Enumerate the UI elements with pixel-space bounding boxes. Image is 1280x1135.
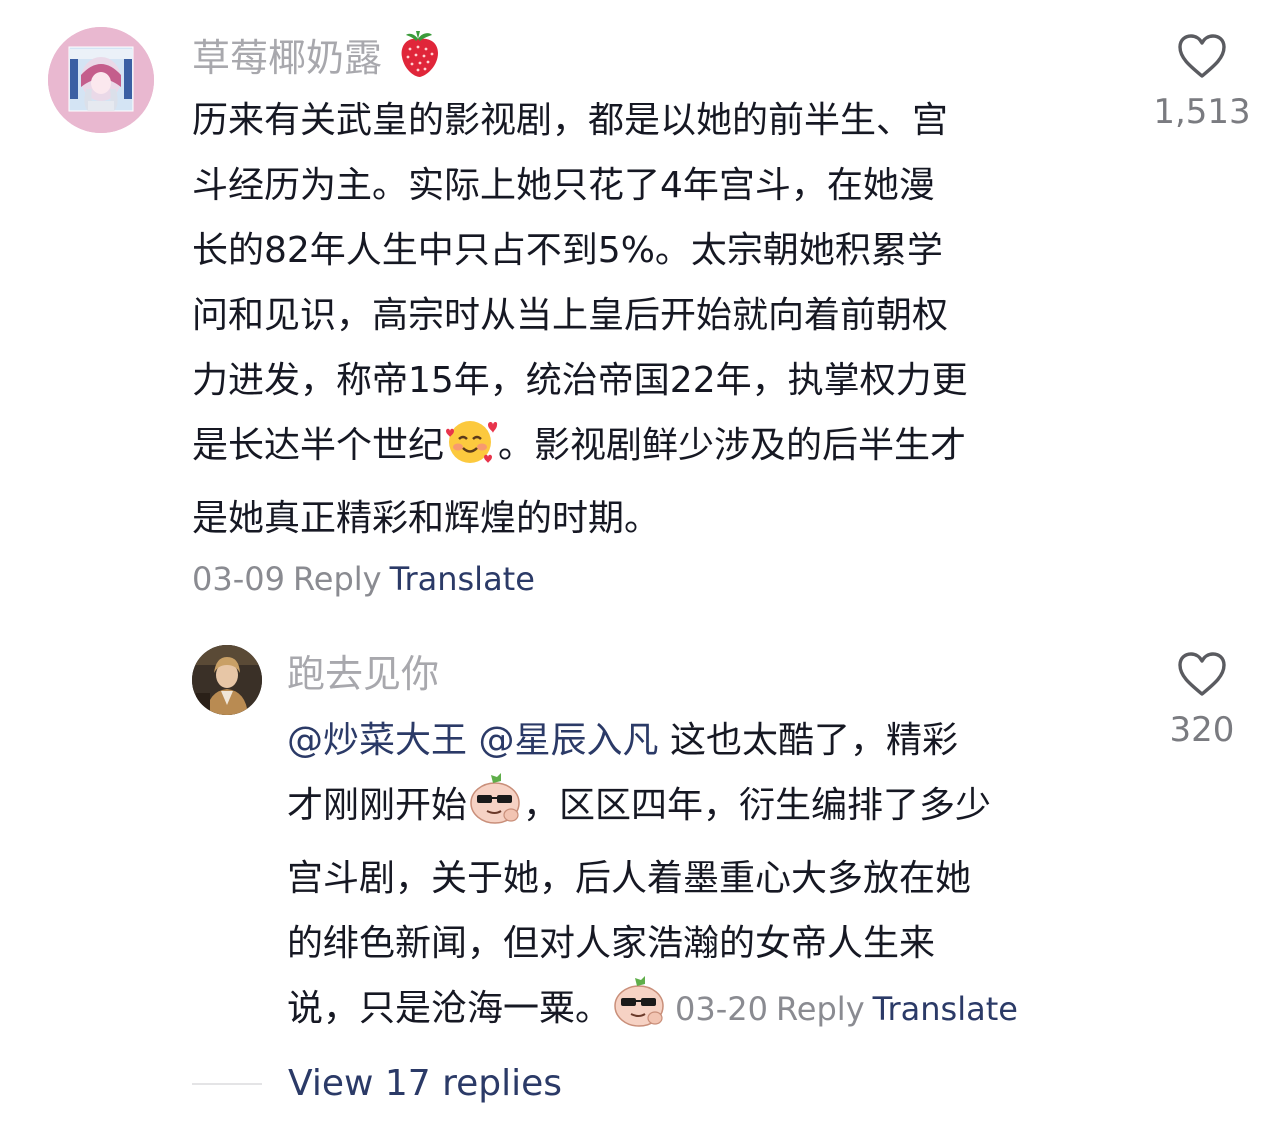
comment-line: 历来有关武皇的影视剧，都是以她的前半生、宫 [192,100,949,141]
avatar[interactable] [192,645,262,715]
view-replies-row: View 17 replies [0,1055,1280,1115]
comment-text: 历来有关武皇的影视剧，都是以她的前半生、宫 斗经历为主。实际上她只花了4年宫斗，… [192,88,1132,551]
reply-line-part: 才刚刚开始 [287,785,468,826]
like-button[interactable]: 1,513 [1142,32,1262,134]
reply-item: 跑去见你 @炒菜大王 @星辰入凡 这也太酷了，精彩 才刚刚开始 ，区区四年，衍生… [0,620,1280,1040]
comment-line: 斗经历为主。实际上她只花了4年宫斗，在她漫 [192,165,935,206]
mention-link[interactable]: @炒菜大王 [287,720,467,761]
avatar[interactable] [48,27,154,133]
comment-meta: 03-09 Reply Translate [192,560,535,598]
reply-line: 宫斗剧，关于她，后人着墨重心大多放在她 [287,858,972,899]
username-text: 草莓椰奶露 [192,36,383,80]
divider [192,1083,262,1085]
comment-line: 问和见识，高宗时从当上皇后开始就向着前朝权 [192,295,949,336]
reply-line-with-mentions: @炒菜大王 @星辰入凡 这也太酷了，精彩 [287,708,1147,773]
comment-item: 草莓椰奶露 历来有关武皇的影视剧，都是以她的前半生、宫 斗经历为主。实际上她只花… [0,0,1280,620]
comment-line-with-emoji: 是长达半个世纪 。影视剧鲜少涉及的后半生才 [192,413,1132,486]
heart-outline-icon [1178,34,1226,78]
avatar-image [192,645,262,715]
comment-date: 03-09 [192,560,285,598]
cool-sunglasses-sticker-icon [611,976,667,1049]
reply-date: 03-20 [675,990,768,1028]
reply-line-with-emoji: 才刚刚开始 ，区区四年，衍生编排了多少 [287,773,1147,846]
view-replies-button[interactable]: View 17 replies [288,1059,562,1109]
reply-line-with-meta: 说，只是沧海一粟。 03-20 Reply Translate [287,976,1147,1049]
cool-sunglasses-sticker-icon [467,773,523,846]
translate-button[interactable]: Translate [390,560,535,598]
like-count: 320 [1169,710,1235,750]
smiling-hearts-emoji-icon [444,415,498,486]
comment-line: 力进发，称帝15年，统治帝国22年，执掌权力更 [192,360,968,401]
comment-line: 长的82年人生中只占不到5%。太宗朝她积累学 [192,230,943,271]
like-button[interactable]: 320 [1142,650,1262,752]
avatar-image [48,27,154,133]
reply-line-part: 这也太酷了，精彩 [669,720,958,761]
translate-button[interactable]: Translate [873,990,1018,1028]
heart-outline-icon [1178,652,1226,696]
comment-line-part: 。影视剧鲜少涉及的后半生才 [498,425,967,466]
reply-button[interactable]: Reply [776,990,865,1028]
strawberry-emoji-icon [394,29,442,91]
reply-line: 的绯色新闻，但对人家浩瀚的女帝人生来 [287,923,936,964]
comment-line-part: 是长达半个世纪 [192,425,445,466]
reply-username[interactable]: 跑去见你 [287,649,439,699]
like-count: 1,513 [1153,92,1251,132]
reply-meta: 03-20 Reply Translate [667,990,1018,1028]
comment-line: 是她真正精彩和辉煌的时期。 [192,498,661,539]
reply-text: @炒菜大王 @星辰入凡 这也太酷了，精彩 才刚刚开始 ，区区四年，衍生编排了多少… [287,708,1147,1049]
reply-line-part: 说，只是沧海一粟。 [287,988,612,1029]
mention-link[interactable]: @星辰入凡 [478,720,658,761]
reply-button[interactable]: Reply [293,560,382,598]
reply-line-part: ，区区四年，衍生编排了多少 [523,785,992,826]
comment-username[interactable]: 草莓椰奶露 [192,29,442,91]
